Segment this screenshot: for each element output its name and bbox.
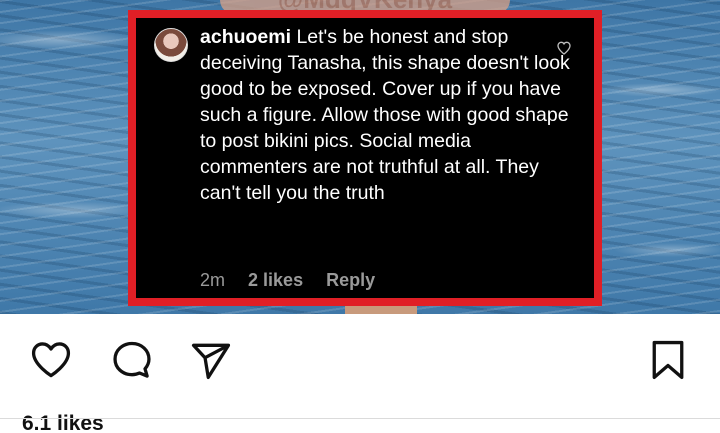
comment-like-heart-icon[interactable]	[556, 40, 572, 56]
post-action-bar	[0, 314, 720, 404]
heart-icon[interactable]	[29, 338, 73, 382]
avatar[interactable]	[154, 28, 188, 62]
comment-text: Let's be honest and stop deceiving Tanas…	[200, 26, 570, 204]
divider	[0, 418, 720, 419]
comment-likes[interactable]: 2 likes	[248, 270, 303, 290]
paper-plane-icon[interactable]	[189, 338, 233, 382]
comment-meta: 2m 2 likes Reply	[200, 268, 393, 292]
post-image: @MdqVKenya achuoemi Let's be honest and …	[0, 0, 720, 314]
comment-bubble-icon[interactable]	[110, 338, 154, 382]
comment-time: 2m	[200, 270, 226, 290]
comment-username[interactable]: achuoemi	[200, 26, 291, 48]
comment-body: achuoemi Let's be honest and stop deceiv…	[200, 24, 570, 206]
highlighted-comment-card: achuoemi Let's be honest and stop deceiv…	[128, 10, 602, 306]
bookmark-icon[interactable]	[646, 338, 690, 382]
reply-button[interactable]: Reply	[326, 270, 375, 290]
